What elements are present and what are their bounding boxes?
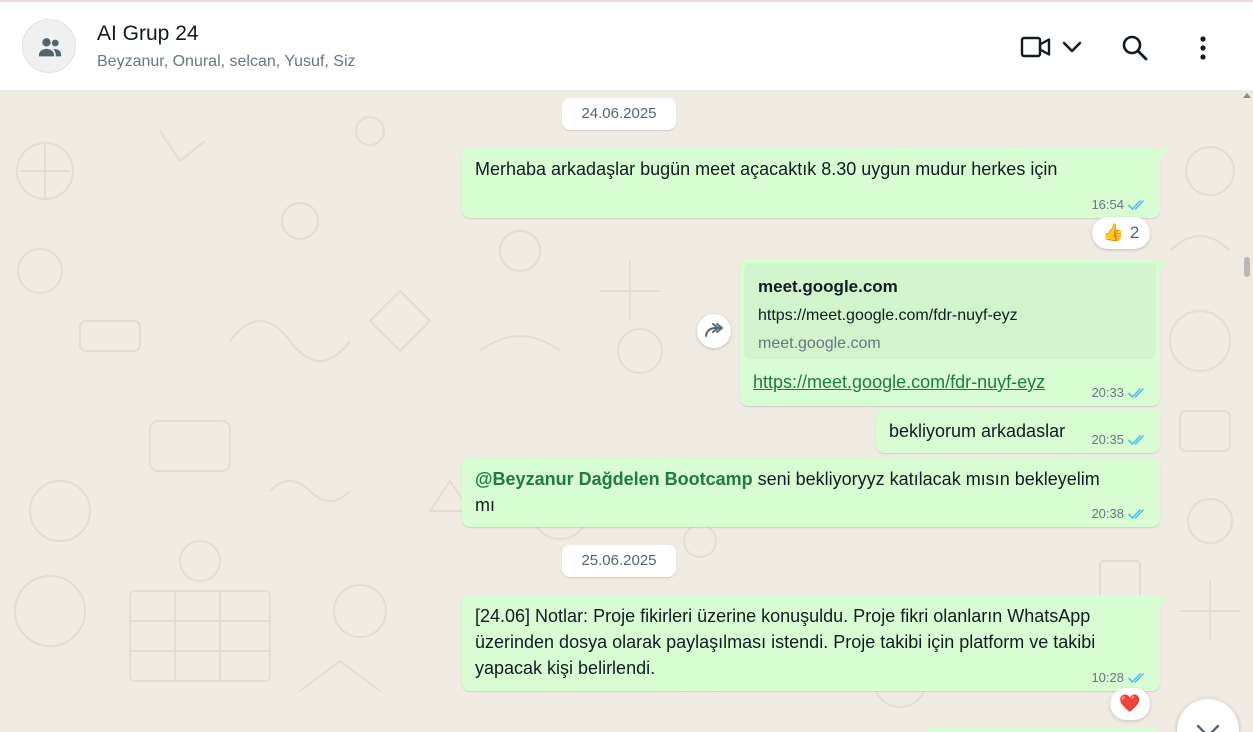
message-time: 16:54 bbox=[1091, 197, 1124, 212]
outgoing-message-partial[interactable] bbox=[925, 728, 1160, 732]
message-text: Merhaba arkadaşlar bugün meet açacaktık … bbox=[475, 159, 1058, 179]
forward-icon bbox=[705, 323, 723, 337]
group-icon bbox=[38, 38, 62, 57]
link-preview-url: https://meet.google.com/fdr-nuyf-eyz bbox=[758, 307, 1018, 324]
read-ticks-icon bbox=[1128, 672, 1144, 683]
mention-link[interactable]: @Beyzanur Dağdelen Bootcamp bbox=[475, 469, 753, 489]
read-ticks-icon bbox=[1128, 434, 1144, 445]
bubble-tail bbox=[1160, 148, 1168, 160]
message-text-line: [24.06] Notlar: Proje fikirleri üzerine … bbox=[475, 606, 1091, 626]
message-text-line: üzerinden dosya olarak paylaşılması iste… bbox=[475, 632, 1096, 652]
chevron-down-icon bbox=[1196, 724, 1220, 732]
message-time: 20:35 bbox=[1091, 432, 1124, 447]
reaction-emoji: 👍 bbox=[1102, 223, 1124, 242]
read-ticks-icon bbox=[1128, 508, 1144, 519]
message-meta: 20:33 bbox=[1091, 385, 1150, 400]
outgoing-message[interactable]: Merhaba arkadaşlar bugün meet açacaktık … bbox=[462, 148, 1168, 218]
outgoing-message[interactable]: bekliyorum arkadaslar 20:35 bbox=[876, 409, 1160, 453]
message-list[interactable]: 24.06.2025 Merhaba arkadaşlar bugün meet… bbox=[0, 91, 1253, 732]
reaction-thumbs-up[interactable]: 👍 2 bbox=[1092, 217, 1150, 249]
search-icon[interactable] bbox=[1121, 34, 1149, 62]
link-preview-domain: meet.google.com bbox=[758, 335, 881, 352]
message-meta: 20:38 bbox=[1091, 506, 1150, 521]
video-call-icon[interactable] bbox=[1020, 35, 1052, 59]
scroll-to-bottom-button[interactable] bbox=[1177, 699, 1239, 732]
message-time: 20:38 bbox=[1091, 506, 1124, 521]
chevron-down-icon[interactable] bbox=[1061, 40, 1083, 54]
reaction-emoji: ❤️ bbox=[1119, 694, 1141, 713]
outgoing-message[interactable]: @Beyzanur Dağdelen Bootcamp seni bekliyo… bbox=[462, 458, 1160, 527]
chat-title[interactable]: AI Grup 24 bbox=[97, 22, 199, 46]
chat-members[interactable]: Beyzanur, Onural, selcan, Yusuf, Siz bbox=[97, 53, 356, 71]
reaction-count: 2 bbox=[1129, 223, 1140, 242]
message-meta: 16:54 bbox=[1091, 197, 1150, 212]
bubble-tail bbox=[1160, 595, 1168, 607]
link-preview-title: meet.google.com bbox=[758, 277, 898, 296]
group-avatar[interactable] bbox=[22, 19, 76, 73]
menu-icon[interactable] bbox=[1196, 34, 1210, 62]
scroll-up-arrow-icon[interactable] bbox=[1243, 93, 1251, 98]
date-chip: 24.06.2025 bbox=[562, 98, 676, 130]
message-time: 20:33 bbox=[1091, 385, 1124, 400]
message-meta: 20:35 bbox=[1091, 432, 1150, 447]
message-text: bekliyorum arkadaslar bbox=[889, 421, 1066, 441]
message-text: @Beyzanur Dağdelen Bootcamp seni bekliyo… bbox=[475, 466, 1100, 518]
reaction-heart[interactable]: ❤️ bbox=[1110, 688, 1150, 720]
message-text-line: yapacak kişi belirlendi. bbox=[475, 658, 656, 678]
forward-button[interactable] bbox=[697, 314, 731, 348]
message-link[interactable]: https://meet.google.com/fdr-nuyf-eyz bbox=[753, 372, 1045, 392]
outgoing-link-message[interactable]: meet.google.com https://meet.google.com/… bbox=[740, 259, 1168, 406]
message-text-line: mı bbox=[475, 495, 495, 515]
bubble-tail bbox=[1160, 259, 1168, 271]
scroll-thumb[interactable] bbox=[1244, 257, 1250, 277]
outgoing-message[interactable]: [24.06] Notlar: Proje fikirleri üzerine … bbox=[462, 595, 1168, 691]
link-preview-card[interactable]: meet.google.com https://meet.google.com/… bbox=[744, 263, 1156, 359]
message-text-line: seni bekliyoryyz katılacak mısın bekleye… bbox=[752, 469, 1100, 489]
message-text: [24.06] Notlar: Proje fikirleri üzerine … bbox=[475, 603, 1095, 681]
read-ticks-icon bbox=[1128, 199, 1144, 210]
chat-scrollbar[interactable] bbox=[1241, 91, 1253, 732]
message-time: 10:28 bbox=[1091, 670, 1124, 685]
date-chip: 25.06.2025 bbox=[562, 545, 676, 577]
read-ticks-icon bbox=[1128, 387, 1144, 398]
chat-header[interactable]: AI Grup 24 Beyzanur, Onural, selcan, Yus… bbox=[0, 2, 1253, 91]
message-meta: 10:28 bbox=[1091, 670, 1150, 685]
